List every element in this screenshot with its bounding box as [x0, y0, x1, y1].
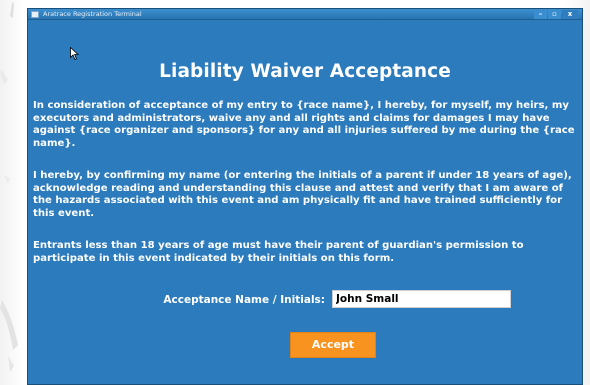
title-bar[interactable]: Aratrace Registration Terminal – ▫ x: [28, 9, 582, 20]
minimize-button[interactable]: –: [534, 10, 547, 19]
waiver-paragraph-1: In consideration of acceptance of my ent…: [33, 100, 575, 149]
waiver-paragraph-2: I hereby, by confirming my name (or ente…: [33, 170, 572, 219]
acceptance-label: Acceptance Name / Initials:: [163, 294, 325, 306]
acceptance-name-input[interactable]: [332, 290, 511, 308]
app-window: Aratrace Registration Terminal – ▫ x Lia…: [27, 8, 583, 385]
decorative-edge: [0, 2, 18, 372]
accept-button[interactable]: Accept: [290, 332, 376, 358]
waiver-paragraph-3: Entrants less than 18 years of age must …: [33, 240, 524, 264]
acceptance-row: Acceptance Name / Initials:: [28, 290, 582, 310]
window-title: Aratrace Registration Terminal: [43, 10, 142, 18]
close-button[interactable]: x: [562, 10, 578, 19]
maximize-button[interactable]: ▫: [548, 10, 561, 19]
mouse-cursor-icon: [70, 47, 79, 60]
app-icon: [31, 10, 39, 18]
window-controls: – ▫ x: [534, 10, 578, 19]
page-title: Liability Waiver Acceptance: [159, 61, 451, 82]
